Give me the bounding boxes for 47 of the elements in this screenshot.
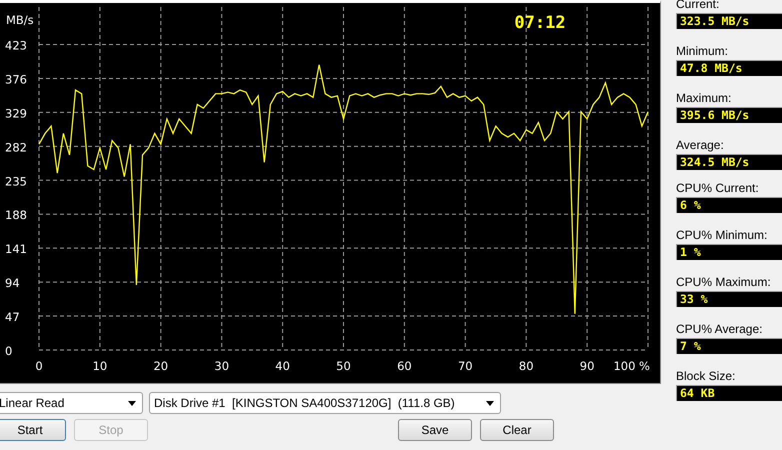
y-tick-label: 376 xyxy=(5,72,27,86)
caret-icon xyxy=(128,400,136,406)
y-tick-label: 94 xyxy=(5,276,20,290)
stat-value: 1 % xyxy=(676,244,782,260)
y-tick-label: 141 xyxy=(5,242,27,256)
stat-label: CPU% Maximum: xyxy=(676,275,772,290)
stat-label: Minimum: xyxy=(676,44,730,59)
x-tick-label: 40 xyxy=(275,359,290,373)
y-tick-label: 423 xyxy=(5,38,27,53)
y-tick-label: 235 xyxy=(5,174,27,188)
x-tick-label: 60 xyxy=(397,359,412,373)
x-tick-label: 20 xyxy=(153,359,168,373)
x-tick-label: 100 % xyxy=(613,359,650,373)
elapsed-time: 07:12 xyxy=(514,13,566,33)
y-tick-label: 47 xyxy=(5,310,20,324)
drive-dropdown[interactable]: Disk Drive #1 [KINGSTON SA400S37120G] (111.8 GB) xyxy=(149,392,501,414)
stat-value: 47.8 MB/s xyxy=(676,60,782,76)
stat-label: Block Size: xyxy=(676,369,736,384)
stat-label: CPU% Current: xyxy=(676,181,760,196)
stat-value: 7 % xyxy=(676,338,782,354)
x-tick-label: 10 xyxy=(92,359,108,373)
x-tick-label: 80 xyxy=(518,359,534,373)
stat-value: 6 % xyxy=(676,197,782,213)
stat-value: 324.5 MB/s xyxy=(676,154,782,170)
action-button[interactable]: Save xyxy=(398,419,472,441)
y-axis-label: MB/s xyxy=(6,13,34,27)
y-tick-label: 329 xyxy=(5,106,27,120)
stat-label: CPU% Average: xyxy=(676,322,764,337)
x-tick-label: 30 xyxy=(214,359,230,373)
stat-value: 395.6 MB/s xyxy=(676,107,782,123)
stat-label: Average: xyxy=(676,138,725,153)
stat-value: 33 % xyxy=(676,291,782,307)
stat-label: Maximum: xyxy=(676,91,732,106)
caret-icon xyxy=(486,400,494,406)
y-tick-label: 188 xyxy=(5,208,27,222)
x-tick-label: 50 xyxy=(336,359,351,373)
action-button[interactable]: Start xyxy=(0,419,66,441)
x-tick-label: 90 xyxy=(580,359,594,373)
y-tick-label: 282 xyxy=(5,140,27,154)
stat-value: 323.5 MB/s xyxy=(676,13,782,29)
action-button[interactable]: Clear xyxy=(480,419,554,441)
x-tick-label: 0 xyxy=(35,359,43,373)
test-type-dropdown[interactable]: Linear Read xyxy=(0,392,143,414)
stat-value: 64 KB xyxy=(676,385,782,401)
x-tick-label: 70 xyxy=(458,359,473,373)
y-tick-label: 0 xyxy=(5,344,12,358)
stat-label: CPU% Minimum: xyxy=(676,228,768,243)
